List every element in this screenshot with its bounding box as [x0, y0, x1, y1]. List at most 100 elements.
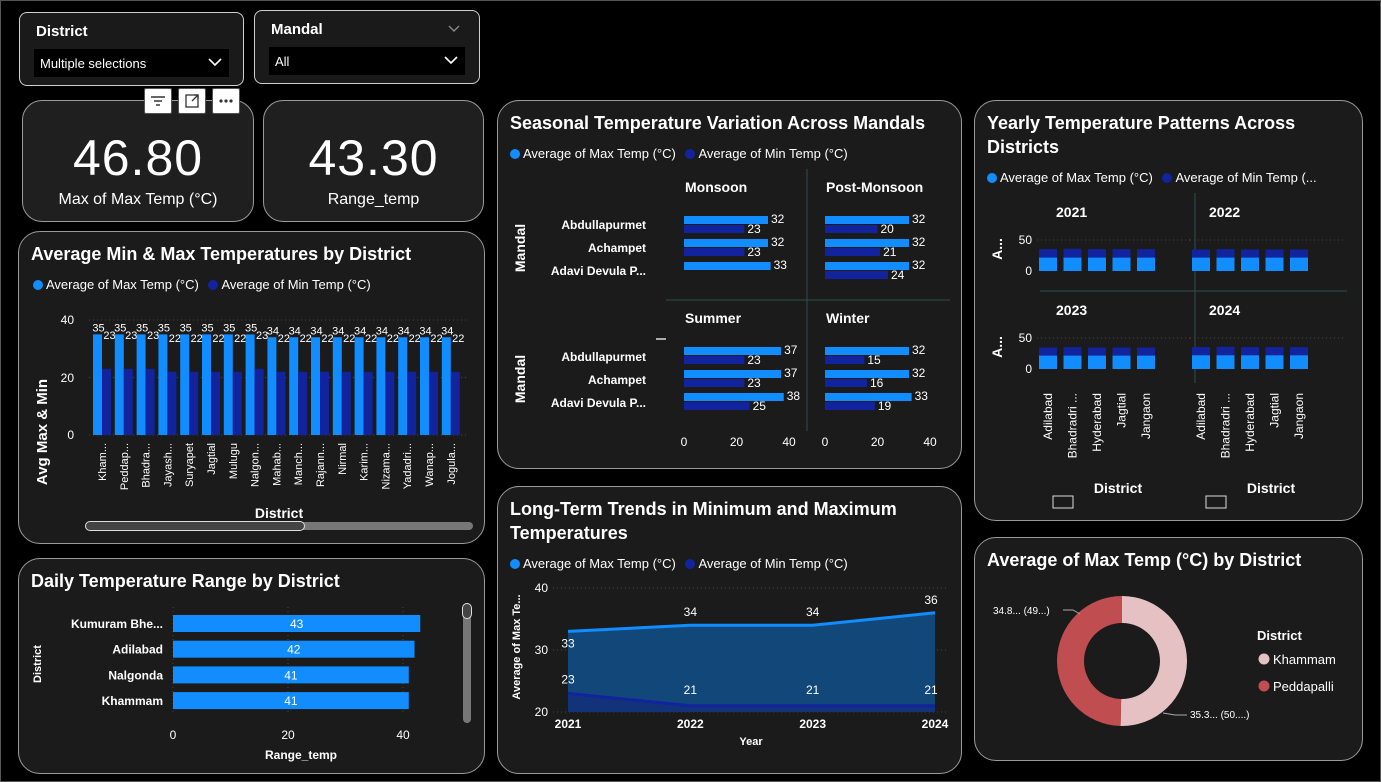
data-label-min: 21 — [806, 683, 820, 697]
x-tick-label: Jangaon — [1292, 393, 1306, 439]
bar-min — [1063, 248, 1082, 258]
bar-max — [1063, 257, 1082, 271]
data-label-max: 33 — [774, 258, 788, 272]
bar-min — [1112, 249, 1131, 258]
x-tick-label: Jagtial — [1115, 393, 1129, 428]
filter-button[interactable] — [144, 88, 172, 114]
bar-max — [1290, 257, 1308, 271]
bar-max — [825, 216, 909, 224]
bar-max — [202, 334, 211, 435]
kpi-range-temp-value: 43.30 — [308, 130, 439, 186]
avg-by-district-ylabel: Avg Max & Min — [34, 379, 51, 485]
bar-min — [1063, 347, 1082, 356]
bar-max — [1112, 257, 1131, 271]
seasonal-card: Seasonal Temperature Variation Across Ma… — [497, 100, 962, 469]
bar-max — [354, 337, 364, 435]
bar-min — [825, 271, 888, 279]
kpi-range-temp-label: Range_temp — [327, 191, 420, 208]
bar-min — [429, 371, 438, 435]
bar-min — [320, 371, 329, 435]
x-tick-label: 0 — [681, 435, 688, 449]
chevron-down-icon[interactable] — [447, 23, 461, 35]
x-tick-label: 0 — [822, 435, 829, 449]
bar-min — [825, 356, 865, 364]
bar-max — [1137, 355, 1155, 369]
bar-min — [1088, 347, 1106, 356]
more-options-icon — [219, 99, 233, 103]
more-options-button[interactable] — [212, 88, 240, 114]
bar-max — [376, 337, 386, 435]
donut-slice — [1120, 596, 1187, 726]
x-tick-label: 2024 — [922, 717, 949, 731]
y-tick-label: 20 — [535, 705, 549, 719]
x-tick-label: Adilabad — [1194, 393, 1208, 440]
chevron-down-icon — [444, 56, 458, 65]
bar-min — [363, 371, 373, 435]
bar-min — [684, 402, 750, 410]
bar-max — [398, 337, 408, 435]
kpi-max-temp-value: 46.80 — [72, 130, 204, 186]
district-dropdown[interactable]: Multiple selections — [34, 49, 229, 77]
bar-max — [1241, 355, 1259, 369]
bar-min — [1290, 347, 1308, 356]
data-label-min: 23 — [747, 353, 761, 367]
bar-max — [684, 262, 771, 270]
bar-max — [684, 370, 782, 378]
y-tick-label: 50 — [1019, 233, 1033, 247]
yearly-xlabel: District — [1094, 480, 1143, 496]
x-tick-label: 40 — [923, 435, 937, 449]
data-label-max: 36 — [924, 593, 938, 607]
x-tick-label: 2022 — [677, 717, 704, 731]
data-label-max: 32 — [771, 212, 785, 226]
scrollbar-thumb[interactable] — [462, 603, 472, 619]
mandal-dropdown[interactable]: All — [269, 47, 465, 75]
seasonal-axis-label: Mandal — [512, 224, 528, 272]
data-label-max: 33 — [561, 636, 575, 650]
x-tick-label: Manch... — [293, 443, 305, 485]
data-label-min: 16 — [870, 376, 884, 390]
yearly-xlabel: District — [1247, 480, 1296, 496]
x-tick-label: Jagtial — [1268, 393, 1282, 428]
x-tick-label: Rajann... — [315, 443, 327, 487]
donut-chart: 34.8... (49...) 35.3... (50....) Distric… — [993, 596, 1336, 726]
bar-min — [298, 371, 308, 435]
scrollbar-thumb[interactable] — [85, 521, 305, 531]
bar-min — [1039, 249, 1057, 258]
bar-min — [102, 368, 111, 435]
data-label-max: 32 — [912, 235, 926, 249]
daily-range-ylabel: District — [32, 645, 44, 683]
bar-max — [1192, 257, 1210, 271]
y-tick-label: Adavi Devula P... — [551, 396, 646, 410]
yearly-scroll-handle[interactable] — [1052, 495, 1074, 509]
bar-max — [1039, 257, 1057, 271]
horizontal-scrollbar[interactable] — [85, 521, 473, 531]
x-tick-label: Nizama... — [380, 443, 392, 489]
trends-chart: Average of Max Te... Year 40 30 20 2021 33 23… — [511, 581, 949, 748]
bar-min — [684, 356, 745, 364]
focus-mode-button[interactable] — [178, 88, 206, 114]
bar-min — [1265, 347, 1284, 356]
avg-by-district-card: Average Min & Max Temperatures by Distri… — [18, 231, 485, 544]
bar-max — [1088, 257, 1106, 271]
avg-by-district-ytick: 20 — [61, 371, 75, 385]
x-tick-label: Karim... — [359, 443, 371, 481]
data-label-max: 34 — [684, 605, 698, 619]
bar-min — [1192, 347, 1210, 356]
x-tick-label: Mulugu — [228, 443, 240, 479]
donut-legend-title: District — [1257, 628, 1302, 643]
bar-max — [245, 334, 255, 435]
legend-dot — [1258, 680, 1270, 692]
x-tick-label: Adilabad — [1041, 393, 1055, 440]
vertical-scrollbar[interactable] — [462, 603, 472, 723]
yearly-scroll-handle[interactable] — [1205, 495, 1227, 509]
kpi-max-temp-card: 46.80 Max of Max Temp (°C) — [22, 100, 254, 222]
daily-range-card: Daily Temperature Range by District Dist… — [18, 558, 485, 774]
data-label-min: 23 — [747, 245, 761, 259]
bar-min — [189, 371, 199, 435]
x-tick-label: Bhadradri ... — [1219, 393, 1233, 458]
data-label-min: 22 — [212, 333, 224, 345]
chevron-down-icon — [208, 58, 222, 67]
bar-min — [407, 371, 417, 435]
y-tick-label: Abdullapurmet — [561, 350, 646, 364]
x-tick-label: 40 — [782, 435, 796, 449]
